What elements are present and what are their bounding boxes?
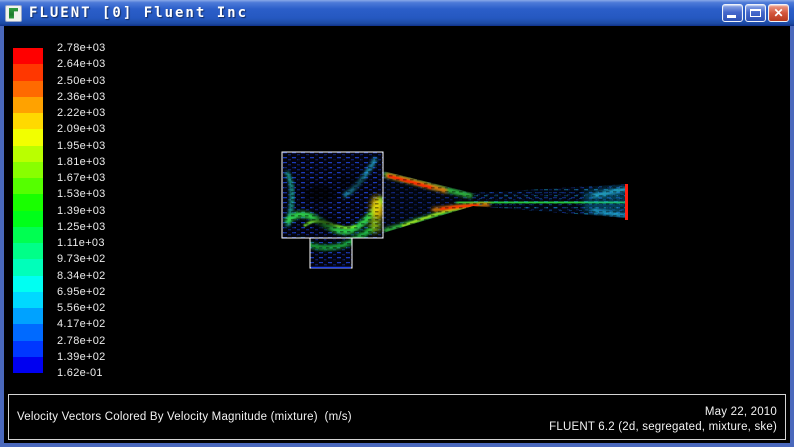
legend-band <box>13 146 43 162</box>
legend-label: 9.73e+02 <box>57 251 106 267</box>
legend-label: 1.39e+02 <box>57 349 106 365</box>
close-button[interactable]: ✕ <box>768 4 789 22</box>
legend-label: 1.53e+03 <box>57 186 106 202</box>
close-icon: ✕ <box>769 5 788 21</box>
fluent-window: FLUENT [0] Fluent Inc ✕ <box>0 0 794 447</box>
outlet-line <box>625 184 628 220</box>
chamber-vector-field <box>282 152 383 268</box>
legend-band <box>13 194 43 210</box>
legend-label: 2.78e+02 <box>57 332 106 348</box>
nozzle-vector-field <box>383 166 633 241</box>
legend-label: 1.25e+03 <box>57 219 106 235</box>
caption-box: Velocity Vectors Colored By Velocity Mag… <box>8 394 786 440</box>
legend-band <box>13 324 43 340</box>
app-icon[interactable] <box>5 5 22 22</box>
legend-label: 1.39e+03 <box>57 202 106 218</box>
version-stamp: May 22, 2010 FLUENT 6.2 (2d, segregated,… <box>549 405 777 439</box>
legend-band <box>13 276 43 292</box>
legend-band <box>13 341 43 357</box>
plot-title: Velocity Vectors Colored By Velocity Mag… <box>17 411 352 423</box>
legend-label: 6.95e+02 <box>57 284 106 300</box>
legend-label: 2.64e+03 <box>57 56 106 72</box>
vector-plot[interactable] <box>4 26 790 443</box>
legend-label: 1.11e+03 <box>57 235 106 251</box>
graphics-viewport[interactable]: 2.78e+032.64e+032.50e+032.36e+032.22e+03… <box>4 26 790 443</box>
legend-band <box>13 357 43 373</box>
window-controls: ✕ <box>722 4 789 22</box>
legend-label: 1.95e+03 <box>57 137 106 153</box>
minimize-icon <box>727 15 736 18</box>
legend-label: 1.62e-01 <box>57 365 106 381</box>
legend-band <box>13 113 43 129</box>
legend-band <box>13 308 43 324</box>
legend-label: 4.17e+02 <box>57 316 106 332</box>
legend-band <box>13 243 43 259</box>
title-bar[interactable]: FLUENT [0] Fluent Inc ✕ <box>0 0 794 26</box>
legend-band <box>13 227 43 243</box>
solver-text: FLUENT 6.2 (2d, segregated, mixture, ske… <box>549 420 777 436</box>
legend-label: 2.09e+03 <box>57 121 106 137</box>
legend-label: 2.78e+03 <box>57 40 106 56</box>
legend-label: 2.22e+03 <box>57 105 106 121</box>
maximize-button[interactable] <box>745 4 766 22</box>
legend-band <box>13 162 43 178</box>
legend-label: 2.36e+03 <box>57 89 106 105</box>
legend-band <box>13 292 43 308</box>
minimize-button[interactable] <box>722 4 743 22</box>
legend-label: 5.56e+02 <box>57 300 106 316</box>
maximize-icon <box>750 9 761 17</box>
legend-label: 2.50e+03 <box>57 72 106 88</box>
legend-band <box>13 211 43 227</box>
legend-band <box>13 178 43 194</box>
date-text: May 22, 2010 <box>549 405 777 421</box>
legend-band <box>13 81 43 97</box>
legend-labels: 2.78e+032.64e+032.50e+032.36e+032.22e+03… <box>57 40 106 381</box>
legend-band <box>13 97 43 113</box>
legend-label: 8.34e+02 <box>57 267 106 283</box>
legend-band <box>13 64 43 80</box>
legend-band <box>13 259 43 275</box>
window-title: FLUENT [0] Fluent Inc <box>29 5 248 21</box>
legend-label: 1.81e+03 <box>57 154 106 170</box>
legend-color-bar <box>13 48 43 373</box>
legend-band <box>13 48 43 64</box>
legend-label: 1.67e+03 <box>57 170 106 186</box>
legend-band <box>13 129 43 145</box>
